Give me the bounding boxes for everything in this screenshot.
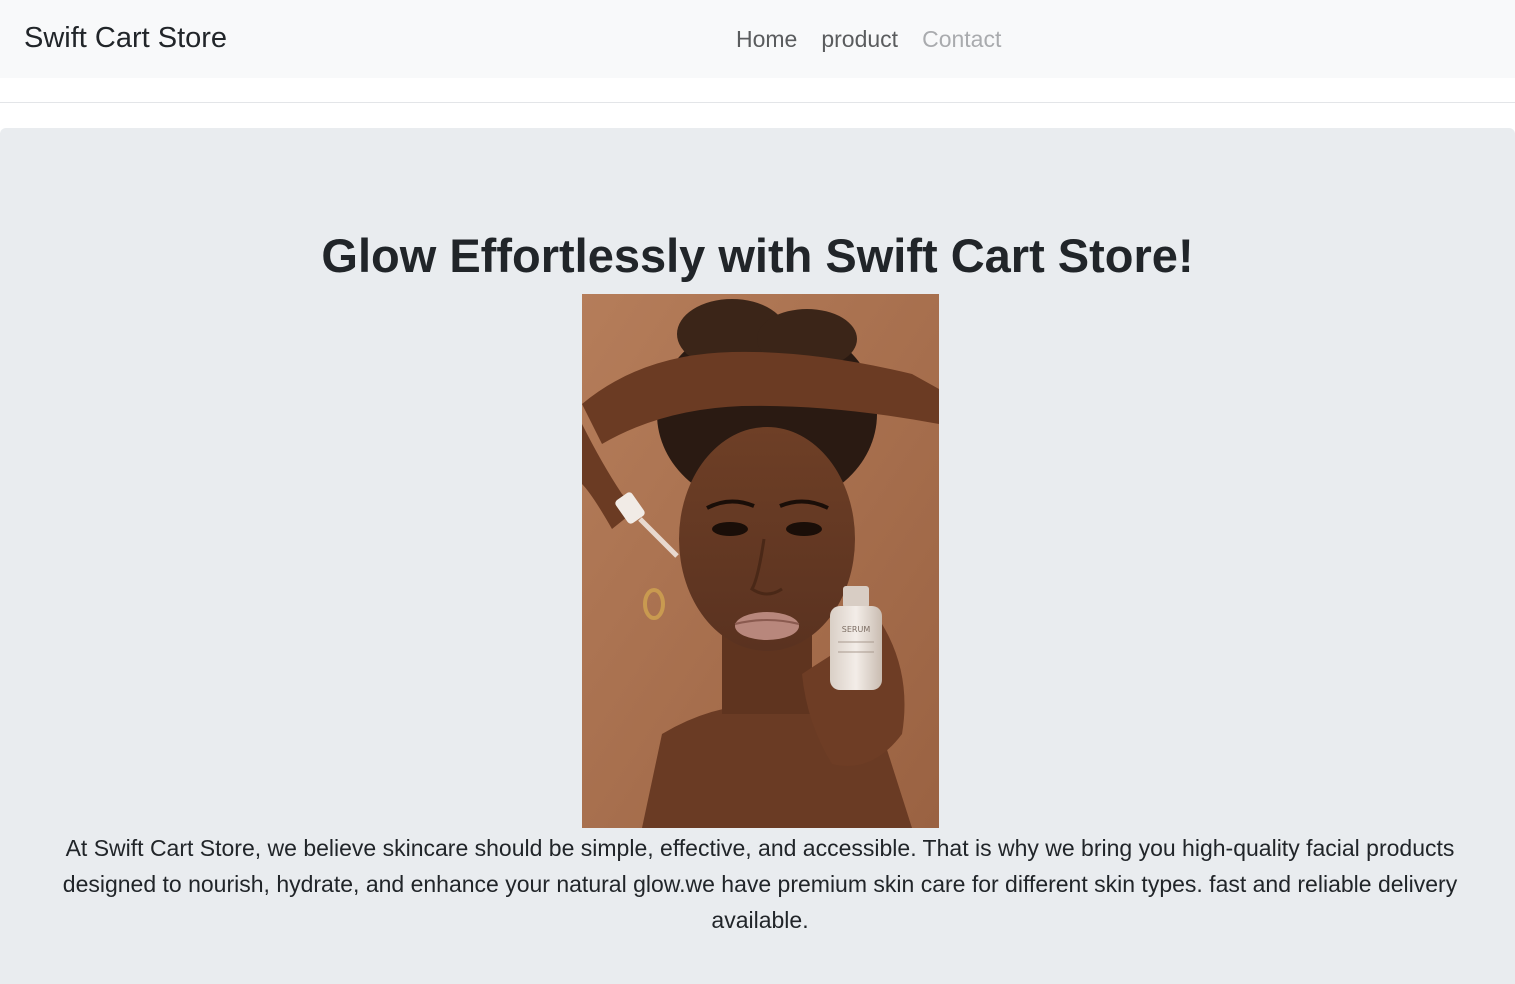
hero-section: Glow Effortlessly with Swift Cart Store!: [0, 128, 1515, 984]
nav-link-home[interactable]: Home: [736, 24, 797, 54]
navbar: Swift Cart Store Home product Contact: [0, 0, 1515, 78]
hero-title: Glow Effortlessly with Swift Cart Store!: [321, 229, 1194, 282]
horizontal-rule: [0, 102, 1515, 103]
nav-links: Home product Contact: [736, 24, 1001, 54]
bottle-label: SERUM: [842, 625, 871, 634]
woman-applying-serum-illustration: SERUM: [582, 294, 939, 828]
hero-image: SERUM: [582, 294, 939, 828]
hero-description: At Swift Cart Store, we believe skincare…: [62, 835, 1458, 933]
nav-link-product[interactable]: product: [821, 24, 898, 54]
nav-link-contact: Contact: [922, 26, 1002, 52]
brand-link[interactable]: Swift Cart Store: [24, 20, 227, 56]
